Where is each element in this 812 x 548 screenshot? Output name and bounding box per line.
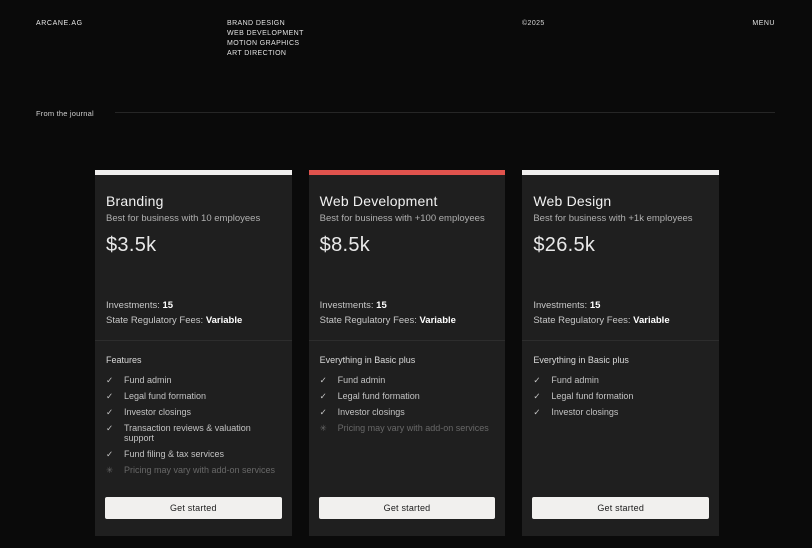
site-logo[interactable]: ARCANE.AG [36,20,83,27]
fees-value: Variable [419,315,455,326]
feature-item: ✓ Transaction reviews & valuation support [106,423,281,443]
card-title: Branding [106,193,281,209]
card-meta: Investments: 15 State Regulatory Fees: V… [320,298,495,328]
asterisk-icon: ✳ [106,465,115,475]
card-subtitle: Best for business with +1k employees [533,213,708,224]
card-title: Web Design [533,193,708,209]
journal-divider-line [115,112,775,113]
card-title: Web Development [320,193,495,209]
feature-label: Investor closings [338,407,405,417]
investments-line: Investments: 15 [533,298,708,313]
fees-value: Variable [206,315,242,326]
features-heading: Features [106,355,281,365]
investments-label: Investments: [106,300,160,311]
pricing-card-web-design: Web Design Best for business with +1k em… [522,170,719,536]
feature-item: ✓ Fund admin [533,375,708,385]
investments-line: Investments: 15 [320,298,495,313]
check-icon: ✓ [106,407,115,417]
feature-label: Fund admin [551,375,599,385]
check-icon: ✓ [106,449,115,459]
investments-value: 15 [590,300,601,311]
fees-line: State Regulatory Fees: Variable [320,313,495,328]
feature-label: Fund admin [124,375,172,385]
fees-label: State Regulatory Fees: [106,315,203,326]
card-divider [309,340,506,341]
nav-item-motion-graphics[interactable]: MOTION GRAPHICS [227,39,304,49]
pricing-note-label: Pricing may vary with add-on services [124,465,275,475]
check-icon: ✓ [320,407,329,417]
feature-label: Legal fund formation [338,391,420,401]
feature-item: ✓ Fund admin [320,375,495,385]
get-started-button[interactable]: Get started [105,497,282,519]
card-divider [95,340,292,341]
card-price: $8.5k [320,234,495,256]
check-icon: ✓ [533,391,542,401]
copyright-text: ©2025 [522,20,545,27]
feature-label: Fund filing & tax services [124,449,224,459]
pricing-note: ✳ Pricing may vary with add-on services [320,423,495,433]
check-icon: ✓ [533,407,542,417]
check-icon: ✓ [106,375,115,385]
card-price: $3.5k [106,234,281,256]
investments-line: Investments: 15 [106,298,281,313]
pricing-cards: Branding Best for business with 10 emplo… [95,170,719,536]
check-icon: ✓ [533,375,542,385]
card-subtitle: Best for business with 10 employees [106,213,281,224]
pricing-note: ✳ Pricing may vary with add-on services [106,465,281,475]
investments-value: 15 [163,300,174,311]
nav-item-web-development[interactable]: WEB DEVELOPMENT [227,29,304,39]
card-meta: Investments: 15 State Regulatory Fees: V… [533,298,708,328]
feature-item: ✓ Fund filing & tax services [106,449,281,459]
check-icon: ✓ [106,391,115,401]
feature-item: ✓ Investor closings [533,407,708,417]
nav-item-brand-design[interactable]: BRAND DESIGN [227,19,304,29]
nav-item-art-direction[interactable]: ART DIRECTION [227,49,304,59]
fees-value: Variable [633,315,669,326]
menu-button[interactable]: MENU [752,20,775,27]
features-heading: Everything in Basic plus [533,355,708,365]
pricing-card-web-development: Web Development Best for business with +… [309,170,506,536]
card-body: Web Design Best for business with +1k em… [522,175,719,536]
feature-label: Legal fund formation [551,391,633,401]
check-icon: ✓ [320,391,329,401]
get-started-button[interactable]: Get started [532,497,709,519]
card-subtitle: Best for business with +100 employees [320,213,495,224]
main-nav: BRAND DESIGN WEB DEVELOPMENT MOTION GRAP… [227,19,304,59]
investments-value: 15 [376,300,387,311]
check-icon: ✓ [106,423,115,433]
feature-item: ✓ Legal fund formation [320,391,495,401]
journal-label: From the journal [36,109,94,118]
fees-label: State Regulatory Fees: [533,315,630,326]
feature-label: Transaction reviews & valuation support [124,423,281,443]
features-heading: Everything in Basic plus [320,355,495,365]
fees-label: State Regulatory Fees: [320,315,417,326]
card-body: Branding Best for business with 10 emplo… [95,175,292,536]
feature-label: Legal fund formation [124,391,206,401]
asterisk-icon: ✳ [320,423,329,433]
investments-label: Investments: [320,300,374,311]
feature-item: ✓ Legal fund formation [533,391,708,401]
card-divider [522,340,719,341]
feature-item: ✓ Investor closings [106,407,281,417]
feature-label: Fund admin [338,375,386,385]
feature-label: Investor closings [124,407,191,417]
feature-item: ✓ Fund admin [106,375,281,385]
feature-label: Investor closings [551,407,618,417]
fees-line: State Regulatory Fees: Variable [533,313,708,328]
fees-line: State Regulatory Fees: Variable [106,313,281,328]
card-price: $26.5k [533,234,708,256]
card-body: Web Development Best for business with +… [309,175,506,536]
check-icon: ✓ [320,375,329,385]
pricing-card-branding: Branding Best for business with 10 emplo… [95,170,292,536]
get-started-button[interactable]: Get started [319,497,496,519]
feature-item: ✓ Legal fund formation [106,391,281,401]
feature-item: ✓ Investor closings [320,407,495,417]
pricing-note-label: Pricing may vary with add-on services [338,423,489,433]
investments-label: Investments: [533,300,587,311]
card-meta: Investments: 15 State Regulatory Fees: V… [106,298,281,328]
